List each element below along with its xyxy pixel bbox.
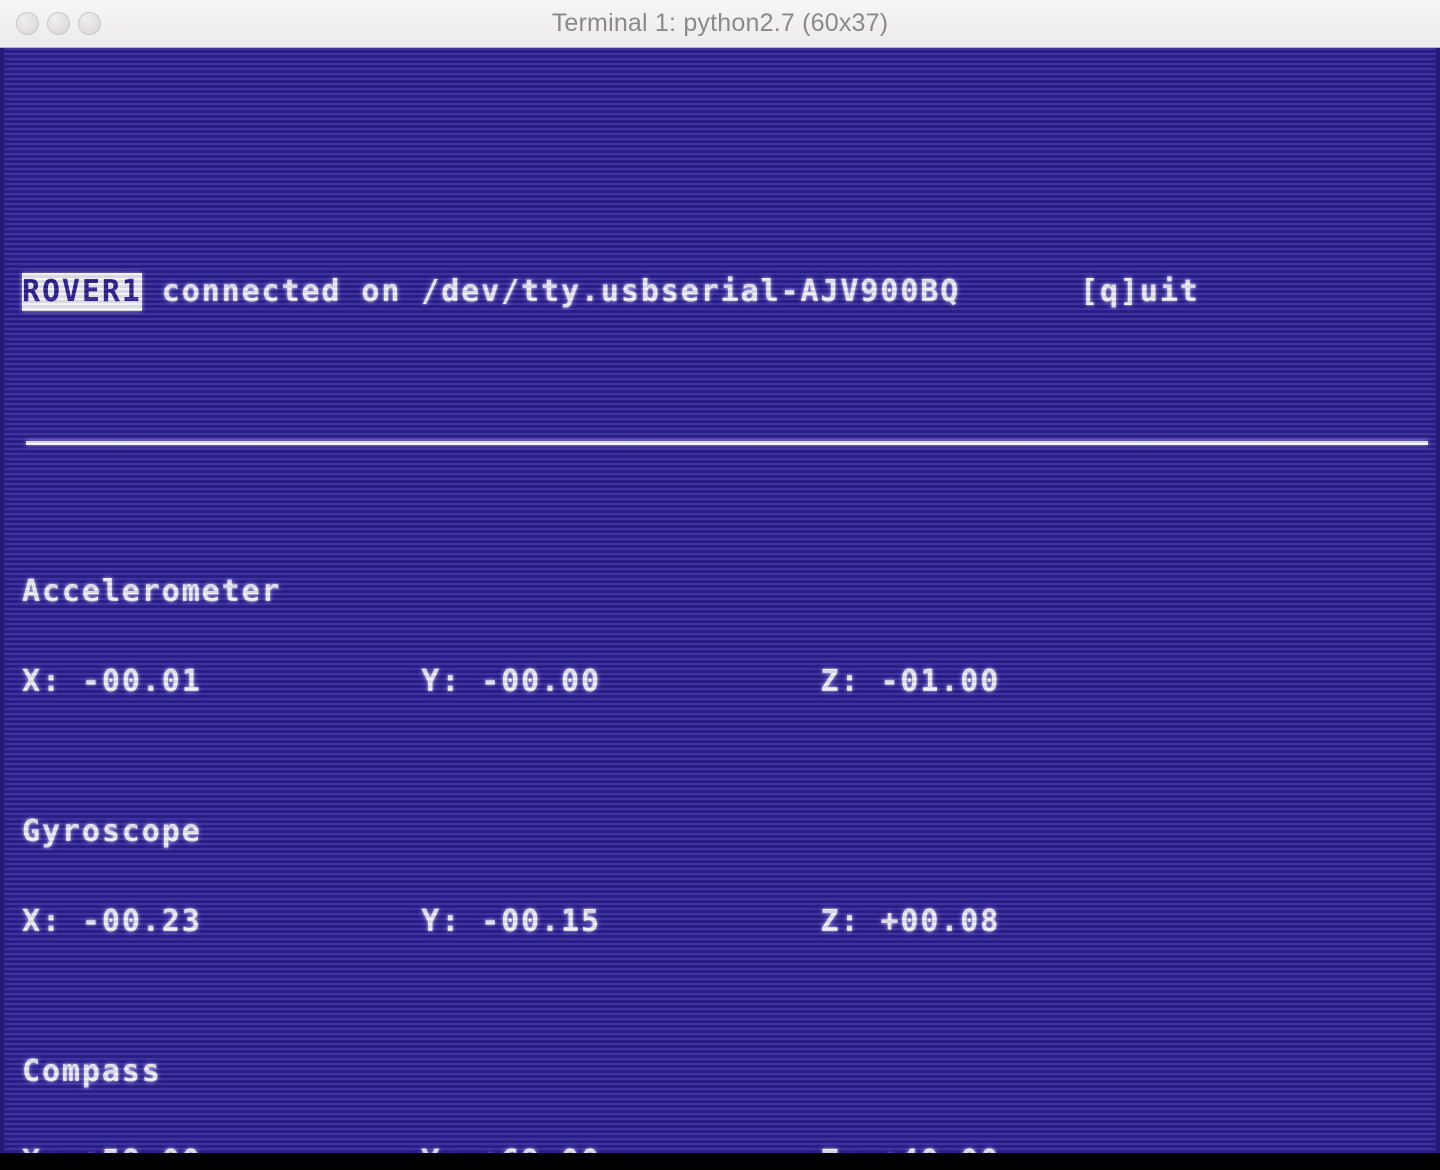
sp <box>62 904 82 939</box>
compass-y-label: Y: <box>421 1144 461 1154</box>
quit-hint[interactable]: [q]uit <box>1080 274 1200 309</box>
compass-x-label: X: <box>22 1144 62 1154</box>
sp <box>860 664 880 699</box>
accel-z-label: Z: <box>820 664 861 699</box>
terminal-screen[interactable]: ROVER1 connected on /dev/tty.usbserial-A… <box>0 48 1440 1153</box>
gyro-z-label: Z: <box>820 904 861 939</box>
accel-x-label: X: <box>22 664 62 699</box>
compass-z-label: Z: <box>821 1144 861 1154</box>
header-gap <box>960 274 1080 309</box>
gyro-x-label: X: <box>22 904 62 939</box>
compass-y-value: +69.00 <box>481 1144 601 1154</box>
zoom-button[interactable] <box>78 12 101 35</box>
sp <box>461 1144 481 1153</box>
compass-values-row: X: +58.00 Y: +69.00 Z: +40.00 <box>22 1144 1436 1154</box>
sp <box>62 1144 82 1153</box>
traffic-light-group <box>16 0 101 47</box>
terminal-text-buffer: ROVER1 connected on /dev/tty.usbserial-A… <box>4 48 1436 1153</box>
connection-status-text: connected on /dev/tty.usbserial-AJV900BQ <box>141 274 961 309</box>
compass-title: Compass <box>22 1054 162 1089</box>
gyro-x-value: -00.23 <box>81 904 202 939</box>
sp <box>202 904 422 939</box>
accel-z-value: -01.00 <box>880 664 1001 699</box>
close-button[interactable] <box>16 12 39 35</box>
sp <box>202 1144 422 1153</box>
gyroscope-title: Gyroscope <box>22 814 202 849</box>
sp <box>461 664 481 699</box>
sp <box>601 904 821 939</box>
window-title: Terminal 1: python2.7 (60x37) <box>551 9 889 37</box>
gyro-y-value: -00.15 <box>481 904 601 939</box>
compass-z-value: +40.00 <box>880 1144 1000 1154</box>
sp <box>62 664 82 699</box>
gyro-y-label: Y: <box>421 904 462 939</box>
gyroscope-values-row: X: -00.23 Y: -00.15 Z: +00.08 <box>22 907 1436 937</box>
sp <box>461 904 481 939</box>
sp <box>601 1144 821 1153</box>
compass-x-value: +58.00 <box>82 1144 202 1154</box>
sp <box>860 904 880 939</box>
header-divider <box>22 427 1436 457</box>
sp <box>860 1144 880 1153</box>
window-titlebar: Terminal 1: python2.7 (60x37) <box>0 0 1440 48</box>
sp <box>601 664 821 699</box>
rover-status-badge[interactable]: ROVER1 <box>22 273 142 311</box>
minimize-button[interactable] <box>47 12 70 35</box>
accelerometer-title: Accelerometer <box>22 574 282 609</box>
accel-x-value: -00.01 <box>81 664 202 699</box>
accel-y-label: Y: <box>421 664 462 699</box>
accel-y-value: -00.00 <box>481 664 601 699</box>
status-header-row: ROVER1 connected on /dev/tty.usbserial-A… <box>22 273 1436 311</box>
terminal-window: Terminal 1: python2.7 (60x37) ROVER1 con… <box>0 0 1440 1170</box>
sp <box>202 664 422 699</box>
accelerometer-values-row: X: -00.01 Y: -00.00 Z: -01.00 <box>22 667 1436 697</box>
gyro-z-value: +00.08 <box>880 904 1001 939</box>
